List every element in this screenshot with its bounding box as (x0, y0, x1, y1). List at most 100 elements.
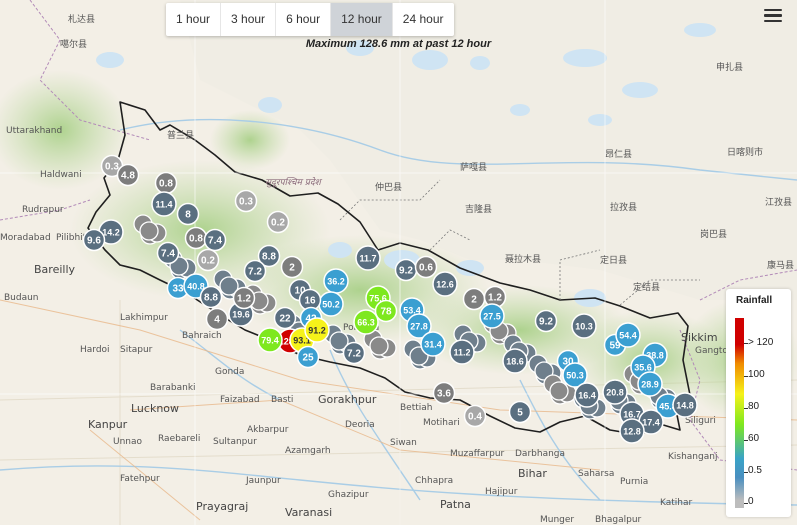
station-marker[interactable]: 9.6 (82, 228, 106, 252)
place-label: Darbhanga (515, 449, 565, 459)
hamburger-menu-icon[interactable] (762, 6, 784, 26)
station-marker[interactable]: 27.5 (479, 303, 505, 329)
place-label: Hajipur (485, 487, 518, 497)
station-marker[interactable]: 28.9 (637, 371, 663, 397)
station-marker[interactable]: 12.6 (432, 271, 458, 297)
station-marker[interactable]: 10.3 (571, 313, 597, 339)
station-marker[interactable] (139, 221, 159, 241)
station-marker[interactable]: 0.4 (463, 404, 487, 428)
station-marker[interactable]: 7.2 (243, 259, 267, 283)
station-value-label: 11.2 (453, 348, 470, 358)
tab-24-hour[interactable]: 24 hour (393, 3, 454, 36)
station-value-label: 12.6 (436, 280, 454, 290)
station-marker[interactable]: 2 (462, 287, 486, 311)
station-marker[interactable]: 0.3 (234, 189, 258, 213)
station-marker[interactable] (369, 336, 389, 356)
tab-1-hour[interactable]: 1 hour (166, 3, 222, 36)
station-value-label: 0.2 (201, 256, 215, 267)
tab-6-hour[interactable]: 6 hour (276, 3, 332, 36)
station-marker[interactable]: 9.2 (394, 258, 418, 282)
station-marker[interactable]: 18.6 (502, 348, 528, 374)
station-marker[interactable]: 66.3 (353, 309, 379, 335)
station-marker[interactable]: 11.7 (355, 245, 381, 271)
station-marker[interactable]: 12.8 (619, 418, 645, 444)
station-value-label: 7.4 (161, 249, 175, 260)
place-label: Varanasi (285, 506, 332, 519)
place-label: 岗巴县 (700, 229, 727, 240)
place-label: Budaun (4, 293, 39, 303)
place-label: Sikkim (681, 331, 718, 344)
station-marker[interactable]: 0.8 (154, 171, 178, 195)
station-value-label: 16.4 (578, 391, 596, 401)
station-marker[interactable]: 0.6 (414, 255, 438, 279)
station-marker[interactable]: 78 (374, 299, 398, 323)
place-label: Rudrapur (22, 205, 64, 215)
station-marker[interactable]: 8 (176, 202, 200, 226)
station-marker[interactable]: 8.8 (199, 285, 223, 309)
station-marker[interactable]: 7.4 (203, 228, 227, 252)
station-marker[interactable]: 54.4 (615, 322, 641, 348)
station-marker[interactable]: 7.4 (156, 241, 180, 265)
place-label: Ghazipur (328, 490, 369, 500)
station-marker[interactable]: 50.2 (318, 291, 344, 317)
station-marker[interactable]: 14.8 (672, 392, 698, 418)
station-marker[interactable]: 16.4 (574, 382, 600, 408)
station-marker[interactable] (549, 381, 569, 401)
place-label: Bahraich (182, 331, 222, 341)
station-marker[interactable]: 79.4 (257, 327, 283, 353)
place-label: Akbarpur (247, 425, 289, 435)
place-label: Basti (271, 395, 293, 405)
place-label: Unnao (113, 437, 143, 447)
station-value-label: 4.8 (121, 171, 135, 182)
station-value-label: 33 (172, 284, 184, 295)
station-value-label: 40.8 (187, 282, 205, 292)
place-label: 昂仁县 (605, 148, 632, 160)
tab-12-hour[interactable]: 12 hour (331, 3, 393, 36)
station-marker[interactable]: 5 (508, 400, 532, 424)
station-value-label: 2 (471, 295, 477, 306)
place-label: Azamgarh (285, 446, 331, 456)
place-label: Sultanpur (213, 437, 257, 447)
rainfall-map[interactable]: सुदूरपश्चिम प्रदेश 札达县噶尔县普兰县仲巴县萨嘎县吉隆县聂拉木… (0, 0, 797, 525)
station-marker[interactable]: 31.4 (420, 331, 446, 357)
station-value-label: 1.2 (488, 293, 502, 304)
station-marker[interactable]: 25 (296, 345, 320, 369)
station-marker[interactable]: 4.8 (116, 163, 140, 187)
station-marker[interactable]: 3.6 (432, 381, 456, 405)
station-marker[interactable]: 4 (205, 307, 229, 331)
station-marker[interactable]: 7.2 (342, 341, 366, 365)
station-marker[interactable]: 0.2 (266, 210, 290, 234)
place-label: Purnia (620, 477, 648, 487)
station-value-label: 0.3 (239, 197, 253, 208)
station-marker[interactable]: 22 (273, 306, 297, 330)
station-value-label: 14.8 (676, 401, 694, 411)
station-value-label: 5 (517, 408, 523, 419)
place-label: Chhapra (415, 476, 453, 486)
legend-label-0-5: 0.5 (748, 465, 762, 476)
station-value-label: 20.8 (606, 388, 624, 398)
station-marker[interactable]: 9.2 (534, 309, 558, 333)
station-marker[interactable]: 11.2 (449, 339, 475, 365)
station-marker[interactable]: 11.4 (151, 191, 177, 217)
station-marker[interactable]: 2 (280, 255, 304, 279)
legend-label-80: 80 (748, 401, 760, 412)
station-value-label: 3.6 (437, 389, 451, 400)
station-marker[interactable]: 36.2 (323, 268, 349, 294)
station-value-label: 0.6 (419, 263, 433, 274)
station-value-label: 36.2 (327, 277, 345, 287)
station-marker[interactable]: 91.2 (304, 317, 330, 343)
tab-3-hour[interactable]: 3 hour (221, 3, 277, 36)
place-label: Bareilly (34, 263, 76, 276)
station-value-label: 27.8 (410, 322, 428, 332)
place-label: Moradabad (0, 233, 51, 243)
place-label: Motihari (423, 418, 460, 428)
station-marker[interactable]: 1.2 (232, 286, 256, 310)
station-marker[interactable]: 0.2 (196, 248, 220, 272)
place-label: Siliguri (685, 416, 716, 426)
station-marker[interactable]: 20.8 (602, 379, 628, 405)
place-label: Haldwani (40, 170, 82, 180)
station-value-label: 78 (380, 307, 392, 318)
station-value-label: 79.4 (261, 336, 279, 346)
place-label: 定日县 (600, 254, 627, 266)
station-marker[interactable]: 0.8 (184, 226, 208, 250)
